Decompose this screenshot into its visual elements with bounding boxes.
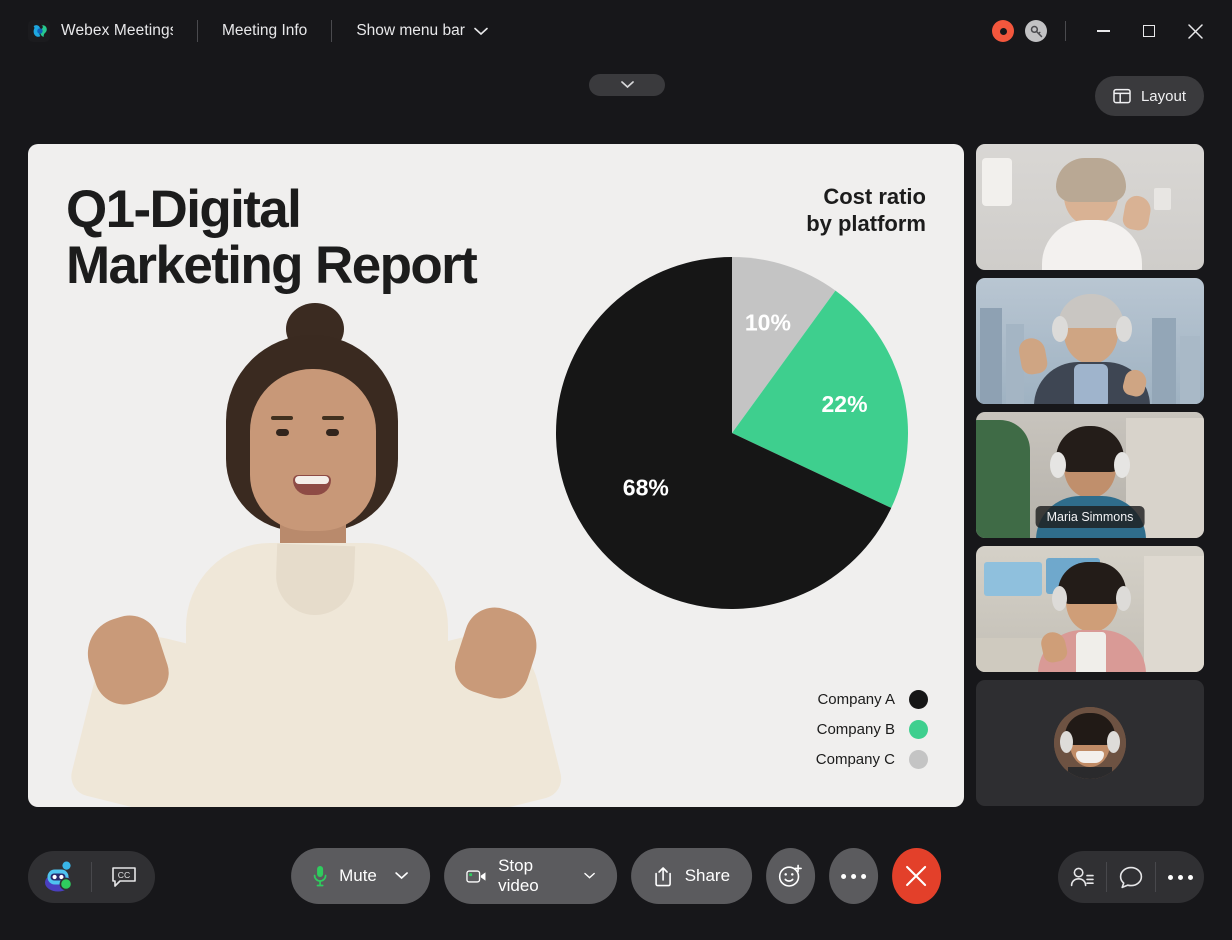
title-divider-1 — [197, 20, 198, 42]
title-bar-left: Webex Meetings Meeting Info Show menu ba… — [0, 0, 488, 62]
panel-more-button[interactable] — [1156, 851, 1204, 903]
title-divider-2 — [331, 20, 332, 42]
maximize-button[interactable] — [1126, 11, 1172, 51]
participant-name-badge: Maria Simmons — [1036, 506, 1145, 528]
title-bar-right — [992, 0, 1232, 62]
slide-title: Q1-Digital Marketing Report — [66, 182, 476, 294]
title-bar: Webex Meetings Meeting Info Show menu ba… — [0, 0, 1232, 62]
avatar — [1054, 707, 1126, 779]
legend-color-swatch — [909, 690, 928, 709]
legend-color-swatch — [909, 750, 928, 769]
chart-legend: Company A Company B Company C — [816, 690, 928, 769]
shared-content-stage[interactable]: Q1-Digital Marketing Report Cost ratio b… — [28, 144, 964, 807]
legend-label: Company C — [816, 751, 895, 768]
participant-tile[interactable] — [976, 144, 1204, 270]
layout-label: Layout — [1141, 88, 1186, 105]
participant-filmstrip[interactable]: Maria Simmons — [976, 144, 1204, 806]
chat-button[interactable] — [1107, 851, 1155, 903]
layout-button[interactable]: Layout — [1095, 76, 1204, 116]
assistant-control-group: CC — [28, 851, 155, 903]
chevron-down-icon — [621, 81, 634, 89]
participant-tile[interactable] — [976, 546, 1204, 672]
microphone-icon — [313, 865, 327, 887]
layout-grid-icon — [1113, 88, 1131, 104]
chevron-down-icon[interactable] — [395, 872, 408, 880]
webex-ai-assistant-button[interactable] — [28, 851, 91, 903]
window-divider — [1065, 21, 1066, 41]
legend-item: Company B — [816, 720, 928, 739]
pie-slice-label: 22% — [821, 391, 867, 417]
share-button[interactable]: Share — [631, 848, 752, 904]
reactions-button[interactable] — [766, 848, 815, 904]
legend-item: Company C — [816, 750, 928, 769]
legend-item: Company A — [816, 690, 928, 709]
closed-captions-button[interactable]: CC — [92, 851, 155, 903]
more-options-button[interactable] — [829, 848, 878, 904]
participant-tile[interactable] — [976, 278, 1204, 404]
mute-label: Mute — [339, 866, 377, 886]
close-x-icon — [905, 865, 927, 887]
primary-controls: Mute Stop video Share — [291, 848, 941, 904]
participant-tile[interactable]: Maria Simmons — [976, 412, 1204, 538]
chat-bubble-icon — [1119, 866, 1143, 889]
camera-icon — [466, 868, 486, 885]
close-button[interactable] — [1172, 11, 1218, 51]
meeting-controls-bar: CC Mute Stop video — [0, 828, 1232, 940]
stop-video-label: Stop video — [498, 856, 566, 896]
participants-button[interactable] — [1058, 851, 1106, 903]
webex-ai-assistant-icon — [43, 861, 77, 893]
chart-heading: Cost ratio by platform — [806, 184, 926, 238]
app-title: Webex Meetings — [61, 22, 173, 40]
legend-label: Company B — [817, 721, 895, 738]
svg-text:CC: CC — [117, 870, 129, 880]
more-horizontal-icon — [1168, 875, 1193, 880]
pie-chart: 10% 22% 68% — [556, 257, 908, 609]
recording-indicator-icon[interactable] — [992, 20, 1014, 42]
participant-tile[interactable] — [976, 680, 1204, 806]
smiley-plus-icon — [778, 863, 804, 889]
participants-icon — [1070, 866, 1094, 888]
chevron-down-icon[interactable] — [584, 872, 595, 880]
closed-captions-icon: CC — [111, 866, 137, 888]
show-menu-bar-label: Show menu bar — [356, 22, 465, 40]
share-label: Share — [685, 866, 730, 886]
webex-logo-icon — [28, 20, 50, 42]
more-horizontal-icon — [841, 874, 866, 879]
pie-slice-label: 10% — [745, 310, 791, 336]
close-icon — [1188, 24, 1203, 39]
mute-button[interactable]: Mute — [291, 848, 430, 904]
show-menu-bar-button[interactable]: Show menu bar — [356, 22, 488, 40]
meeting-info-button[interactable]: Meeting Info — [222, 22, 307, 40]
collapse-header-button[interactable] — [589, 74, 665, 96]
panel-controls — [1058, 851, 1204, 903]
legend-color-swatch — [909, 720, 928, 739]
end-meeting-button[interactable] — [892, 848, 941, 904]
stop-video-button[interactable]: Stop video — [444, 848, 617, 904]
share-upload-icon — [653, 866, 673, 887]
chevron-down-icon — [474, 27, 488, 36]
legend-label: Company A — [817, 691, 895, 708]
minimize-button[interactable] — [1080, 11, 1126, 51]
meeting-key-icon[interactable] — [1025, 20, 1047, 42]
presentation-slide: Q1-Digital Marketing Report Cost ratio b… — [28, 144, 964, 807]
pie-slice-label: 68% — [623, 475, 669, 501]
